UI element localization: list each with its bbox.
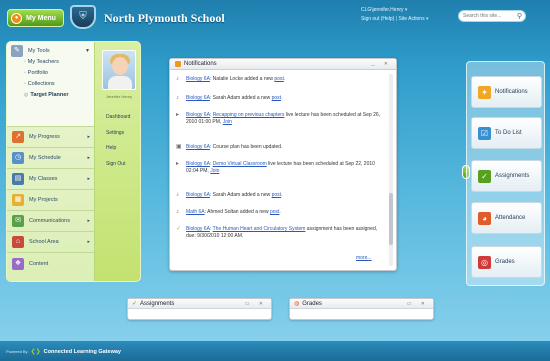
classes-icon: ▤	[12, 173, 24, 185]
my-menu-panel: ✎ My Tools ▼ ▫ My Teachers ▫ Portfolio ▫…	[6, 41, 141, 282]
notification-icon	[175, 61, 181, 67]
bullet-icon: ▫	[24, 81, 26, 87]
notifications-list: ♪ Biology 6A: Natalie Locke added a new …	[170, 71, 388, 266]
profile-name: Jennifer Henry	[105, 94, 132, 99]
list-item: ♪ Biology 6A: Natalie Locke added a new …	[176, 76, 286, 82]
sub-item-portfolio[interactable]: ▫ Portfolio	[24, 68, 90, 79]
my-tools-section: ✎ My Tools ▼ ▫ My Teachers ▫ Portfolio ▫…	[7, 42, 94, 127]
powered-by: Powered By ❮❯ Connected Learning Gateway	[6, 348, 121, 356]
sign-out-link[interactable]: Sign out (Help)	[361, 16, 394, 22]
bullet-icon: ▫	[24, 59, 26, 65]
schedule-icon: ◷	[12, 152, 24, 164]
school-name: North Plymouth School	[104, 11, 225, 25]
projects-icon: ▦	[12, 194, 24, 206]
communications-icon: ✉	[12, 215, 24, 227]
grades-widget-header[interactable]: ◍ Grades ▭ ✕	[290, 299, 433, 309]
post-icon: ♪	[176, 192, 179, 198]
menu-item-content[interactable]: ❖ Content	[7, 253, 94, 274]
assignments-icon: ✓	[478, 169, 491, 183]
assignments-widget-icon: ✓	[132, 301, 138, 307]
list-item: ♪ Math 6A: Ahmed Soltan added a new post…	[176, 209, 281, 215]
rail-attendance-button[interactable]: ◕ Attendance	[471, 202, 542, 234]
footer: Powered By ❮❯ Connected Learning Gateway	[0, 341, 550, 361]
chevron-right-icon: ▸	[87, 239, 90, 245]
lecture-icon: ▸	[176, 161, 180, 167]
menu-item-communications[interactable]: ✉ Communications ▸	[7, 211, 94, 232]
menu-item-my-tools[interactable]: ✎ My Tools ▼	[11, 45, 90, 57]
notifications-header[interactable]: Notifications _ ✕	[170, 59, 396, 70]
grades-widget: ◍ Grades ▭ ✕	[289, 298, 434, 320]
more-link[interactable]: more...	[356, 255, 372, 261]
sub-item-my-teachers[interactable]: ▫ My Teachers	[24, 57, 90, 68]
avatar[interactable]	[102, 50, 136, 90]
search-icon[interactable]: ⚲	[517, 12, 522, 20]
rail-assignments-button[interactable]: ✓ Assignments	[471, 160, 542, 192]
chevron-down-icon: ▼	[85, 48, 90, 54]
post-icon: ♪	[176, 95, 179, 101]
post-icon: ♪	[176, 76, 179, 82]
notifications-title: Notifications	[184, 61, 217, 67]
sub-item-target-planner[interactable]: ◎ Target Planner	[24, 90, 90, 101]
list-item: ♪ Biology 6A: Sarah Adam added a new pos…	[176, 95, 283, 101]
user-name[interactable]: CLG\jennifer.Henry	[361, 7, 404, 13]
chevron-right-icon: ▸	[87, 218, 90, 224]
course-plan-icon: ▣	[176, 144, 182, 150]
top-bar: ● My Menu ⛨ North Plymouth School CLG\je…	[0, 0, 550, 34]
post-icon: ♪	[176, 209, 179, 215]
sub-item-collections[interactable]: ▫ Collections	[24, 79, 90, 90]
my-menu-label: My Menu	[26, 14, 56, 22]
school-crest-icon: ⛨	[70, 5, 96, 29]
rail-todo-button[interactable]: ☑ To Do List	[471, 117, 542, 149]
menu-column: ✎ My Tools ▼ ▫ My Teachers ▫ Portfolio ▫…	[7, 42, 95, 281]
panel-controls[interactable]: _ ✕	[372, 61, 392, 67]
attendance-icon: ◕	[478, 211, 491, 225]
widget-controls[interactable]: ▭ ✕	[407, 301, 429, 307]
dashboard-link[interactable]: Dashboard	[106, 114, 130, 120]
assignment-check-icon: ✓	[176, 226, 182, 232]
notifications-panel: Notifications _ ✕ ♪ Biology 6A: Natalie …	[169, 58, 397, 271]
assignments-widget: ✓ Assignments ▭ ✕	[127, 298, 272, 320]
menu-item-my-classes[interactable]: ▤ My Classes ▸	[7, 169, 94, 190]
rail-grades-button[interactable]: ◎ Grades	[471, 246, 542, 278]
settings-link[interactable]: Settings	[106, 130, 124, 136]
target-icon: ◎	[24, 92, 29, 98]
bullet-icon: ▫	[24, 70, 26, 76]
chevron-right-icon: ▸	[87, 155, 90, 161]
menu-item-my-schedule[interactable]: ◷ My Schedule ▸	[7, 148, 94, 169]
scrollbar-thumb[interactable]	[389, 193, 393, 245]
chevron-right-icon: ▸	[87, 176, 90, 182]
list-item: ✓ Biology 6A: The Human Heart and Circul…	[176, 226, 378, 239]
list-item: ▸ Biology 6A: Recapping on previous chap…	[176, 112, 381, 125]
sign-out-side-link[interactable]: Sign Out	[106, 161, 125, 167]
tools-icon: ✎	[11, 45, 23, 57]
site-actions-link[interactable]: Site Actions	[398, 16, 424, 22]
progress-icon: ↗	[12, 131, 24, 143]
grades-widget-icon: ◍	[294, 301, 300, 307]
chevron-right-icon: ▸	[87, 134, 90, 140]
grades-icon: ◎	[478, 255, 491, 269]
todo-list-icon: ☑	[478, 126, 491, 140]
user-area: CLG\jennifer.Henry ▾ Sign out (Help) | S…	[361, 7, 429, 22]
my-menu-button[interactable]: ● My Menu	[7, 9, 64, 27]
menu-item-my-progress[interactable]: ↗ My Progress ▸	[7, 127, 94, 148]
clg-logo-icon: ❮❯	[30, 349, 41, 355]
menu-item-school-area[interactable]: ⌂ School Area ▸	[7, 232, 94, 253]
list-item: ▣ Biology 6A: Course plan has been updat…	[176, 144, 283, 150]
notifications-icon: ✦	[478, 85, 491, 99]
search-box: ⚲	[458, 10, 526, 22]
assignments-widget-header[interactable]: ✓ Assignments ▭ ✕	[128, 299, 271, 309]
lecture-icon: ▸	[176, 112, 180, 118]
rail-notifications-button[interactable]: ✦ Notifications	[471, 76, 542, 108]
search-input[interactable]	[463, 13, 513, 19]
quick-access-rail: ✦ Notifications ☑ To Do List ✓ Assignmen…	[466, 61, 545, 286]
content-icon: ❖	[12, 257, 24, 270]
help-link[interactable]: Help	[106, 145, 116, 151]
school-area-icon: ⌂	[12, 236, 24, 248]
my-menu-icon: ●	[11, 12, 22, 24]
list-item: ▸ Biology 6A: Demo Virtual Classroom liv…	[176, 161, 375, 174]
widget-controls[interactable]: ▭ ✕	[245, 301, 267, 307]
menu-item-my-projects[interactable]: ▦ My Projects	[7, 190, 94, 211]
list-item: ♪ Biology 6A: Sarah Adam added a new pos…	[176, 192, 283, 198]
